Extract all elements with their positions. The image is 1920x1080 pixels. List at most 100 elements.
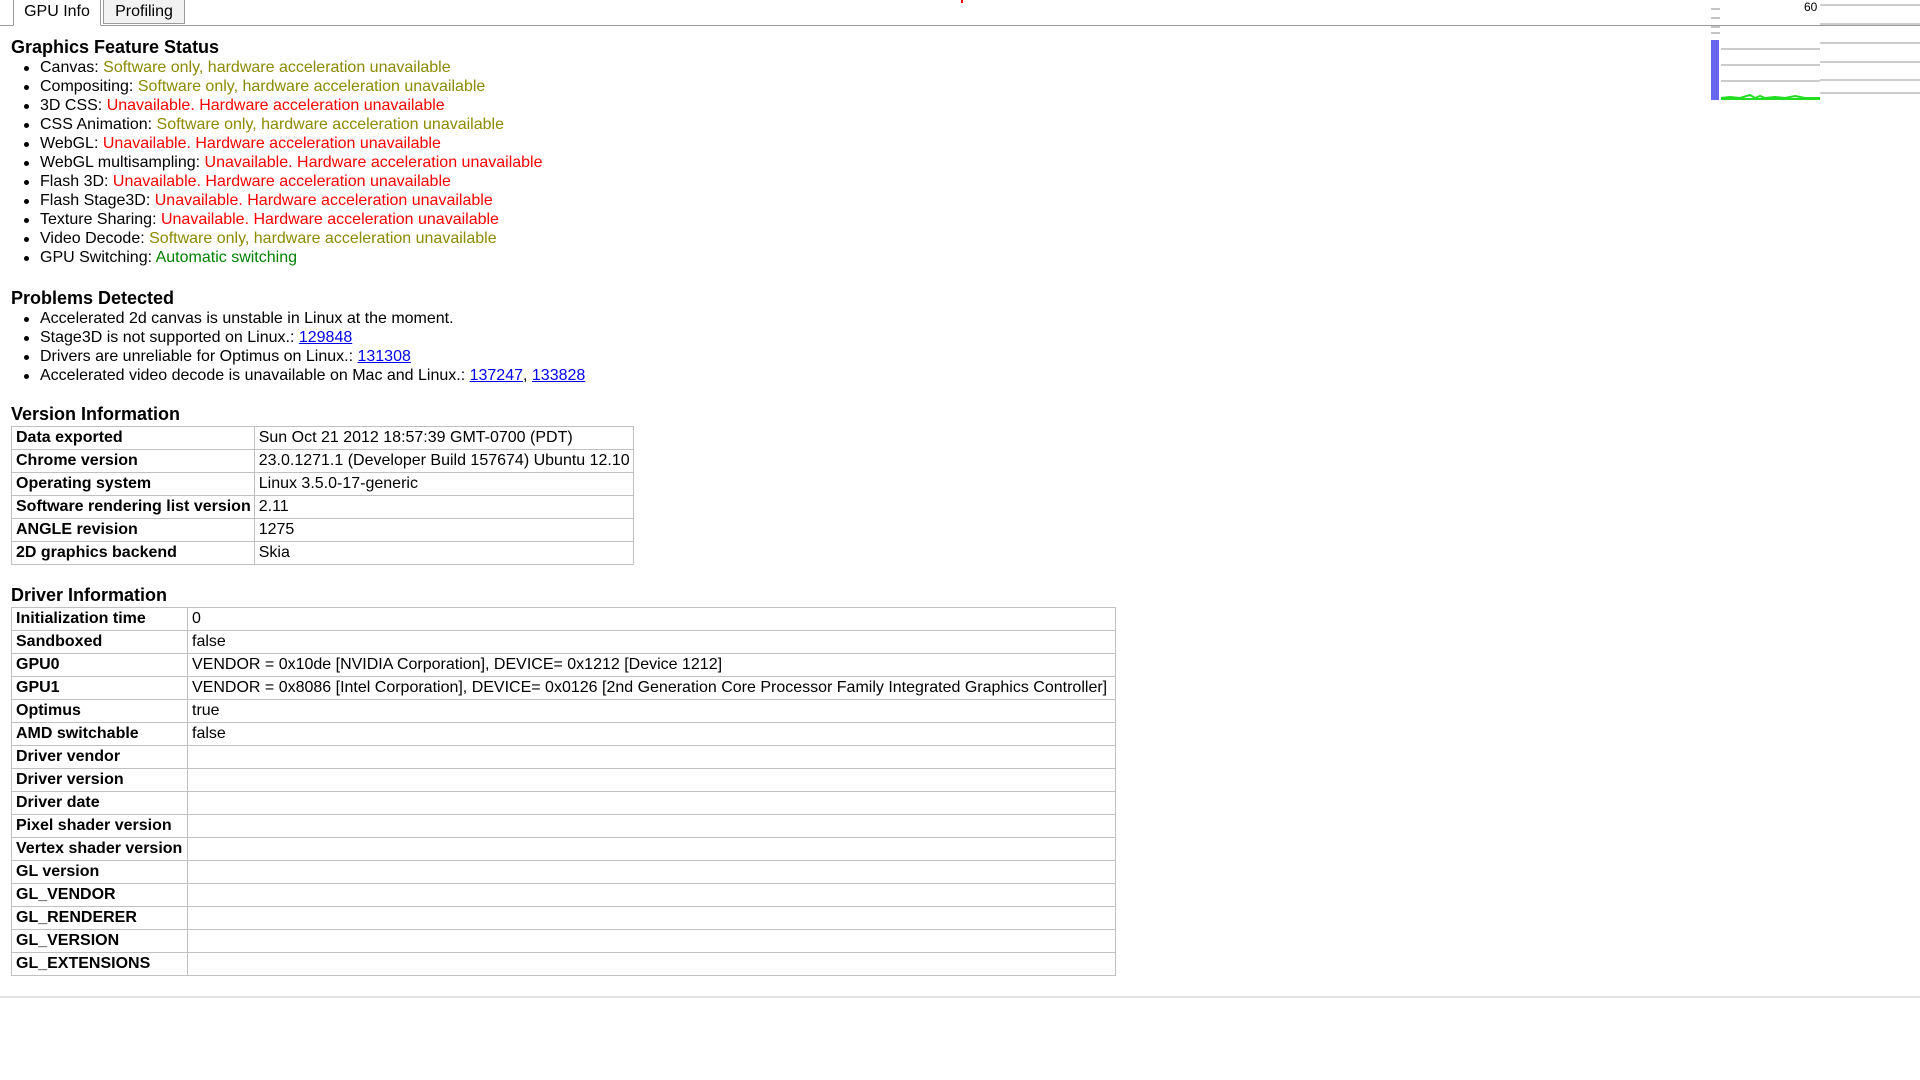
row-key: Operating system: [11, 472, 255, 496]
problem-item: Accelerated video decode is unavailable …: [24, 366, 1311, 385]
table-row: Optimus true: [11, 699, 1116, 723]
feature-item: Compositing: Software only, hardware acc…: [24, 77, 1311, 96]
table-row: GL version: [11, 860, 1116, 884]
row-key: Software rendering list version: [11, 495, 255, 519]
row-value: [187, 929, 1116, 953]
feature-name: Canvas:: [40, 59, 99, 76]
row-key: GL_VERSION: [11, 929, 188, 953]
row-value: 1275: [253, 518, 634, 542]
row-value: Linux 3.5.0-17-generic: [253, 472, 634, 496]
feature-status: Unavailable. Hardware acceleration unava…: [204, 154, 543, 171]
row-value: true: [187, 699, 1116, 723]
page-divider: [0, 996, 1920, 998]
table-row: Driver version: [11, 768, 1116, 792]
feature-item: Flash Stage3D: Unavailable. Hardware acc…: [24, 191, 1311, 210]
problems-detected-section: Problems Detected Accelerated 2d canvas …: [11, 288, 1311, 385]
row-value: VENDOR = 0x8086 [Intel Corporation], DEV…: [187, 676, 1116, 700]
row-key: ANGLE revision: [11, 518, 255, 542]
table-row: GPU0 VENDOR = 0x10de [NVIDIA Corporation]…: [11, 653, 1116, 677]
row-key: Data exported: [11, 426, 255, 450]
row-key: Pixel shader version: [11, 814, 188, 838]
performance-graph: [1711, 4, 1920, 100]
row-value: Skia: [253, 541, 634, 565]
feature-name: Compositing:: [40, 78, 134, 95]
section-title-driver: Driver Information: [11, 585, 168, 605]
table-row: Data exported Sun Oct 21 2012 18:57:39 GM…: [11, 426, 634, 450]
row-key: Initialization time: [11, 607, 188, 631]
row-value: VENDOR = 0x10de [NVIDIA Corporation], DE…: [187, 653, 1116, 677]
feature-status: Unavailable. Hardware acceleration unava…: [154, 192, 493, 209]
performance-monitor-widget: 60: [1710, 0, 1920, 100]
problem-text: Stage3D is not supported on Linux.:: [40, 329, 299, 346]
feature-status: Unavailable. Hardware acceleration unava…: [102, 135, 441, 152]
bug-link[interactable]: 137247: [470, 367, 523, 384]
row-value: 0: [187, 607, 1116, 631]
row-value: [187, 883, 1116, 907]
table-row: 2D graphics backend Skia: [11, 541, 634, 565]
row-key: GL_EXTENSIONS: [11, 952, 188, 976]
bug-link[interactable]: 133828: [532, 367, 585, 384]
row-value: 2.11: [253, 495, 634, 519]
row-key: GL_RENDERER: [11, 906, 188, 930]
row-value: false: [187, 630, 1116, 654]
table-row: ANGLE revision 1275: [11, 518, 634, 542]
problem-text: Drivers are unreliable for Optimus on Li…: [40, 348, 358, 365]
feature-status: Unavailable. Hardware acceleration unava…: [160, 211, 499, 228]
feature-name: WebGL multisampling:: [40, 154, 201, 171]
driver-table: Initialization time 0 Sandboxed false GPU0 VE…: [11, 607, 1116, 976]
problem-item: Stage3D is not supported on Linux.: 1298…: [24, 328, 1311, 347]
row-value: [187, 860, 1116, 884]
table-row: Driver date: [11, 791, 1116, 815]
row-key: Sandboxed: [11, 630, 188, 654]
feature-item: CSS Animation: Software only, hardware a…: [24, 115, 1311, 134]
driver-information-section: Driver Information Initialization time 0 S…: [11, 585, 1311, 976]
fps-label: 60: [1804, 0, 1818, 14]
feature-item: GPU Switching: Automatic switching: [24, 248, 1311, 267]
row-value: [187, 814, 1116, 838]
tab-profiling[interactable]: Profiling: [103, 0, 185, 24]
row-key: GPU1: [11, 676, 188, 700]
table-row: Operating system Linux 3.5.0-17-generic: [11, 472, 634, 496]
feature-item: 3D CSS: Unavailable. Hardware accelerati…: [24, 96, 1311, 115]
row-key: Driver vendor: [11, 745, 188, 769]
feature-name: GPU Switching:: [40, 249, 153, 266]
bug-link[interactable]: 129848: [299, 329, 352, 346]
table-row: GL_RENDERER: [11, 906, 1116, 930]
row-key: 2D graphics backend: [11, 541, 255, 565]
feature-status: Software only, hardware acceleration una…: [156, 116, 504, 133]
table-row: GL_VERSION: [11, 929, 1116, 953]
section-title-features: Graphics Feature Status: [11, 37, 220, 57]
version-table: Data exported Sun Oct 21 2012 18:57:39 GM…: [11, 426, 634, 565]
problem-text: Accelerated video decode is unavailable …: [40, 367, 470, 384]
feature-item: Flash 3D: Unavailable. Hardware accelera…: [24, 172, 1311, 191]
feature-item: Texture Sharing: Unavailable. Hardware a…: [24, 210, 1311, 229]
table-row: GPU1 VENDOR = 0x8086 [Intel Corporation],…: [11, 676, 1116, 700]
table-row: Driver vendor: [11, 745, 1116, 769]
graphics-feature-status-section: Graphics Feature Status Canvas: Software…: [11, 37, 1311, 267]
feature-item: WebGL multisampling: Unavailable. Hardwa…: [24, 153, 1311, 172]
feature-name: 3D CSS:: [40, 97, 103, 114]
feature-status: Software only, hardware acceleration una…: [149, 230, 497, 247]
feature-name: Flash 3D:: [40, 173, 109, 190]
feature-name: Flash Stage3D:: [40, 192, 151, 209]
section-title-problems: Problems Detected: [11, 288, 175, 308]
table-row: GL_EXTENSIONS: [11, 952, 1116, 976]
row-key: Driver date: [11, 791, 188, 815]
row-key: AMD switchable: [11, 722, 188, 746]
row-value: [187, 837, 1116, 861]
table-row: Pixel shader version: [11, 814, 1116, 838]
feature-name: CSS Animation:: [40, 116, 153, 133]
feature-name: WebGL:: [40, 135, 99, 152]
bug-link[interactable]: 131308: [357, 348, 410, 365]
table-row: Vertex shader version: [11, 837, 1116, 861]
tab-gpu-info[interactable]: GPU Info: [13, 0, 101, 26]
table-row: GL_VENDOR: [11, 883, 1116, 907]
row-value: [187, 906, 1116, 930]
feature-name: Video Decode:: [40, 230, 145, 247]
table-row: Initialization time 0: [11, 607, 1116, 631]
feature-item: Canvas: Software only, hardware accelera…: [24, 58, 1311, 77]
feature-item: WebGL: Unavailable. Hardware acceleratio…: [24, 134, 1311, 153]
feature-status: Software only, hardware acceleration una…: [103, 59, 451, 76]
gpu-info-page: Graphics Feature Status Canvas: Software…: [11, 37, 1311, 976]
feature-list: Canvas: Software only, hardware accelera…: [11, 58, 1311, 267]
